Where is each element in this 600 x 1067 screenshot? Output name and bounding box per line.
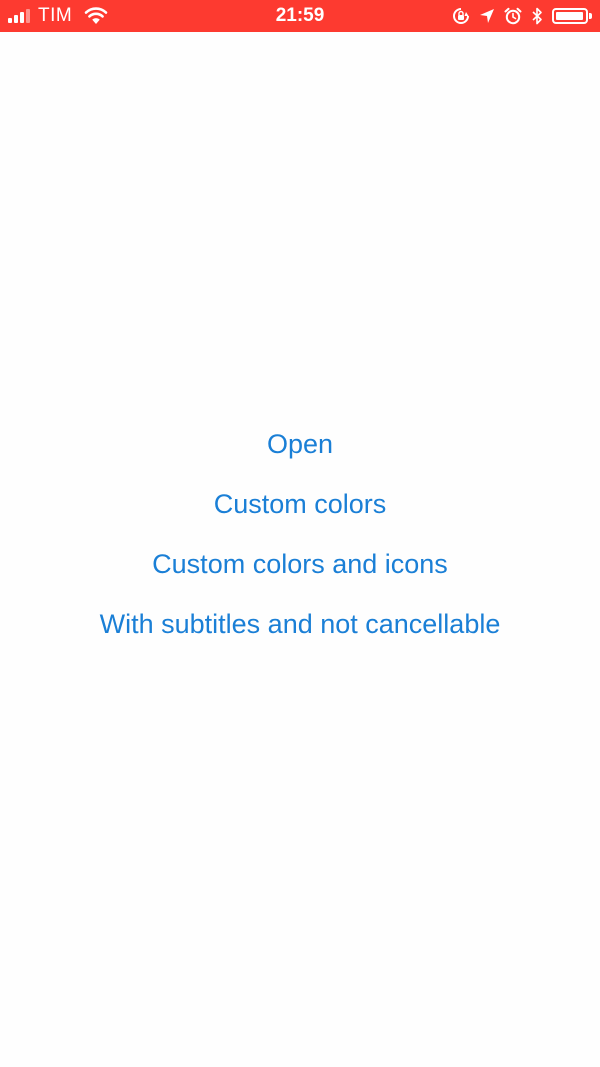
open-button[interactable]: Open [267, 422, 333, 482]
status-bar: TIM 21:59 [0, 0, 600, 32]
battery-level [556, 12, 583, 20]
custom-colors-button[interactable]: Custom colors [214, 482, 387, 542]
alarm-icon [504, 7, 522, 25]
subtitles-not-cancellable-button[interactable]: With subtitles and not cancellable [100, 602, 501, 662]
battery-indicator [552, 8, 592, 24]
orientation-lock-icon [453, 8, 469, 24]
battery-icon [552, 8, 588, 24]
status-bar-right [452, 0, 592, 32]
bluetooth-icon [532, 7, 542, 25]
location-arrow-icon [480, 9, 494, 23]
battery-tip [589, 13, 592, 19]
menu-list: Open Custom colors Custom colors and ico… [0, 422, 600, 662]
custom-colors-and-icons-button[interactable]: Custom colors and icons [152, 542, 448, 602]
